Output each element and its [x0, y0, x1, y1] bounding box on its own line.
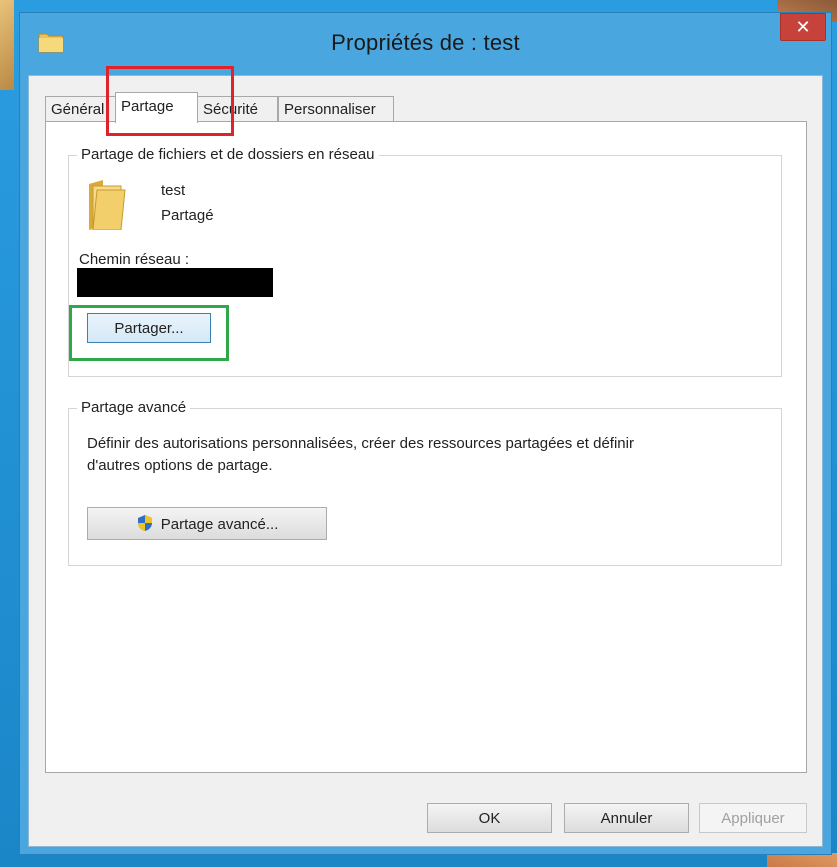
shared-folder-name: test [161, 182, 186, 199]
advanced-sharing-group: Partage avancé Définir des autorisations… [68, 399, 782, 566]
network-path-label: Chemin réseau : [79, 251, 190, 268]
folder-icon [89, 180, 126, 230]
desktop-wallpaper-bottom-right [767, 853, 837, 867]
window-title: Propriétés de : test [331, 30, 520, 55]
tab-sharing-label: Partage [121, 98, 174, 115]
tab-sharing[interactable]: Partage [115, 92, 198, 123]
dialog-body: Général Partage Sécurité Personnaliser P… [28, 75, 823, 847]
properties-dialog: Propriétés de : test ✕ Général Partage S… [19, 12, 832, 855]
tab-customize[interactable]: Personnaliser [278, 96, 394, 121]
annotation-green-box [69, 305, 229, 361]
close-button[interactable]: ✕ [780, 13, 826, 41]
ok-button-label: OK [478, 809, 501, 827]
close-icon: ✕ [795, 17, 811, 37]
advanced-sharing-group-title: Partage avancé [77, 399, 191, 416]
advanced-sharing-description: Définir des autorisations personnalisées… [87, 435, 634, 452]
tab-customize-label: Personnaliser [284, 101, 376, 118]
tab-general-label: Général [51, 101, 105, 118]
apply-button-label: Appliquer [721, 809, 785, 827]
sharing-tab-panel: Partage de fichiers et de dossiers en ré… [45, 121, 807, 773]
network-sharing-group-title: Partage de fichiers et de dossiers en ré… [77, 146, 379, 163]
advanced-sharing-button[interactable]: Partage avancé... [87, 507, 327, 540]
apply-button[interactable]: Appliquer [699, 803, 807, 833]
share-status: Partagé [161, 207, 214, 224]
cancel-button[interactable]: Annuler [564, 803, 689, 833]
advanced-sharing-description-2: d'autres options de partage. [87, 457, 273, 474]
advanced-sharing-button-label: Partage avancé... [160, 516, 279, 533]
uac-shield-icon [137, 515, 152, 531]
network-path-redacted [77, 268, 273, 297]
cancel-button-label: Annuler [600, 809, 653, 827]
ok-button[interactable]: OK [427, 803, 552, 833]
desktop-wallpaper-left [0, 0, 14, 90]
